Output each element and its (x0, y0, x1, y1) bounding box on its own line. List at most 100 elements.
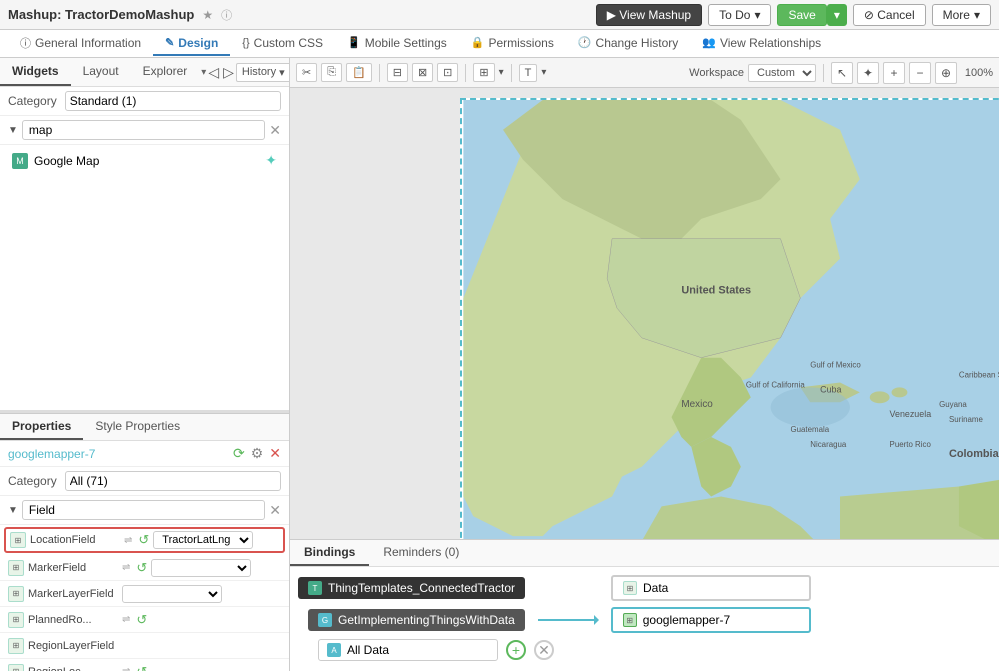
category-select[interactable]: Standard (1) (65, 91, 281, 111)
bindings-tabs: Bindings Reminders (0) (290, 540, 999, 567)
fit-button[interactable]: ⊕ (935, 62, 957, 84)
svg-text:Gulf of Mexico: Gulf of Mexico (810, 361, 861, 370)
tab-permissions[interactable]: 🔒 Permissions (459, 32, 566, 56)
cancel-button[interactable]: ⊘ Cancel (853, 4, 926, 26)
binding-row-1: T ThingTemplates_ConnectedTractor ⊞ Data (298, 575, 991, 601)
general-icon: ⓘ (20, 35, 31, 51)
locationfield-value-select[interactable]: TractorLatLng (153, 531, 253, 549)
explorer-tab[interactable]: Explorer (131, 58, 200, 86)
svg-text:Mexico: Mexico (681, 399, 713, 410)
widget-item-icon: M (12, 153, 28, 169)
widget-list: M Google Map ✦ (0, 145, 289, 410)
zoom-in-button[interactable]: + (883, 62, 905, 84)
regionloc-arrow-icon: ⇌ (122, 666, 130, 671)
tab-mobile[interactable]: 📱 Mobile Settings (335, 32, 459, 56)
align-right-button[interactable]: ⊡ (437, 63, 458, 82)
locationfield-arrow-icon: ⇌ (124, 535, 132, 546)
save-dropdown-button[interactable]: ▾ (827, 4, 847, 26)
toolbar-sep1 (379, 64, 380, 82)
binding-source-1[interactable]: T ThingTemplates_ConnectedTractor (298, 577, 525, 599)
share-icon[interactable]: ⟳ (233, 445, 245, 462)
binding-target-2[interactable]: ⊞ googlemapper-7 (611, 607, 811, 633)
target-1-icon: ⊞ (623, 581, 637, 595)
locationfield-refresh-icon[interactable]: ↺ (138, 532, 149, 548)
binding-source-3[interactable]: A All Data (318, 639, 498, 661)
props-list: ⊞ LocationField ⇌ ↺ TractorLatLng ⊞ Mark… (0, 525, 289, 671)
align-center-button[interactable]: ⊠ (412, 63, 433, 82)
view-mashup-button[interactable]: ▶ View Mashup (596, 4, 702, 26)
properties-tab[interactable]: Properties (0, 414, 83, 440)
remove-binding-button[interactable]: ✕ (534, 640, 554, 660)
svg-text:Nicaragua: Nicaragua (810, 440, 847, 449)
top-bar: Mashup: TractorDemoMashup ★ ⓘ ▶ View Mas… (0, 0, 999, 30)
workspace-label: Workspace (689, 67, 744, 79)
tab-css[interactable]: {} Custom CSS (230, 32, 335, 56)
widgets-tab[interactable]: Widgets (0, 58, 71, 86)
align-left-button[interactable]: ⊟ (387, 63, 408, 82)
source-2-label: GetImplementingThingsWithData (338, 613, 515, 627)
undo-btn[interactable]: ◁ (206, 62, 221, 83)
bindings-tab[interactable]: Bindings (290, 540, 369, 566)
text-chevron-icon[interactable]: ▾ (541, 67, 546, 78)
tab-history[interactable]: 🕐 Change History (566, 32, 690, 56)
toolbar-sep2 (465, 64, 466, 82)
regionloc-label: RegionLoc... (28, 666, 118, 671)
paste-button[interactable]: 📋 (346, 63, 372, 82)
source-3-label: All Data (347, 643, 389, 657)
plannedro-refresh-icon[interactable]: ↺ (136, 612, 147, 628)
info-icon[interactable]: ⓘ (221, 7, 232, 23)
style-properties-tab[interactable]: Style Properties (83, 414, 192, 440)
add-widget-button[interactable]: ✦ (265, 152, 277, 169)
settings-icon[interactable]: ⚙ (251, 445, 264, 462)
add-binding-button[interactable]: + (506, 640, 526, 660)
props-category-select[interactable]: All (71) (65, 471, 281, 491)
target-2-icon: ⊞ (623, 613, 637, 627)
map-widget[interactable]: United States Mexico Colombia Venezuela … (460, 98, 999, 539)
props-clear-search-button[interactable]: ✕ (269, 502, 281, 519)
workspace-select[interactable]: Custom (748, 64, 816, 82)
delete-icon[interactable]: ✕ (269, 445, 281, 462)
right-panel: ✂ ⎘ 📋 ⊟ ⊠ ⊡ ⊞ ▾ T ▾ Workspace Custom ↖ ✦… (290, 58, 999, 671)
tab-design[interactable]: ✎ Design (153, 32, 230, 56)
redo-btn[interactable]: ▷ (221, 62, 236, 83)
markerfield-refresh-icon[interactable]: ↺ (136, 560, 147, 576)
widget-name-link[interactable]: googlemapper-7 (8, 447, 95, 461)
add-button[interactable]: ✦ (857, 62, 879, 84)
grid-button[interactable]: ⊞ (473, 63, 494, 82)
design-icon: ✎ (165, 36, 174, 49)
markerfield-value-select[interactable] (151, 559, 251, 577)
toolbar-sep4 (823, 64, 824, 82)
zoom-out-button[interactable]: − (909, 62, 931, 84)
source-1-icon: T (308, 581, 322, 595)
markerlayerfield-value-select[interactable] (122, 585, 222, 603)
history-dropdown[interactable]: History ▾ (236, 63, 290, 82)
text-button[interactable]: T (519, 64, 538, 82)
binding-row-2: G GetImplementingThingsWithData ⊞ google… (308, 607, 991, 633)
more-button[interactable]: More ▾ (932, 4, 991, 26)
main: Widgets Layout Explorer ▾ ◁ ▷ History ▾ … (0, 58, 999, 671)
copy-button[interactable]: ⎘ (321, 63, 342, 82)
save-button[interactable]: Save (777, 4, 826, 26)
binding-target-1[interactable]: ⊞ Data (611, 575, 811, 601)
props-row-markerfield: ⊞ MarkerField ⇌ ↺ (0, 555, 289, 581)
cut-button[interactable]: ✂ (296, 63, 317, 82)
regionloc-refresh-icon[interactable]: ↺ (136, 664, 147, 671)
todo-button[interactable]: To Do ▾ (708, 4, 771, 26)
list-item[interactable]: M Google Map ✦ (8, 149, 281, 172)
layout-tab[interactable]: Layout (71, 58, 131, 86)
mashup-title: Mashup: TractorDemoMashup (8, 7, 194, 22)
grid-chevron-icon[interactable]: ▾ (499, 67, 504, 78)
binding-source-2[interactable]: G GetImplementingThingsWithData (308, 609, 525, 631)
tab-relationships[interactable]: 👥 View Relationships (690, 32, 833, 56)
cursor-button[interactable]: ↖ (831, 62, 853, 84)
search-input[interactable] (22, 120, 265, 140)
reminders-tab[interactable]: Reminders (0) (369, 540, 473, 566)
svg-text:Suriname: Suriname (949, 415, 983, 424)
markerlayerfield-icon: ⊞ (8, 586, 24, 602)
clear-search-button[interactable]: ✕ (269, 122, 281, 139)
canvas-area[interactable]: United States Mexico Colombia Venezuela … (290, 88, 999, 539)
source-3-icon: A (327, 643, 341, 657)
props-search-input[interactable] (22, 500, 265, 520)
binding-row-3: A All Data + ✕ (318, 639, 991, 661)
tab-general[interactable]: ⓘ General Information (8, 31, 153, 57)
